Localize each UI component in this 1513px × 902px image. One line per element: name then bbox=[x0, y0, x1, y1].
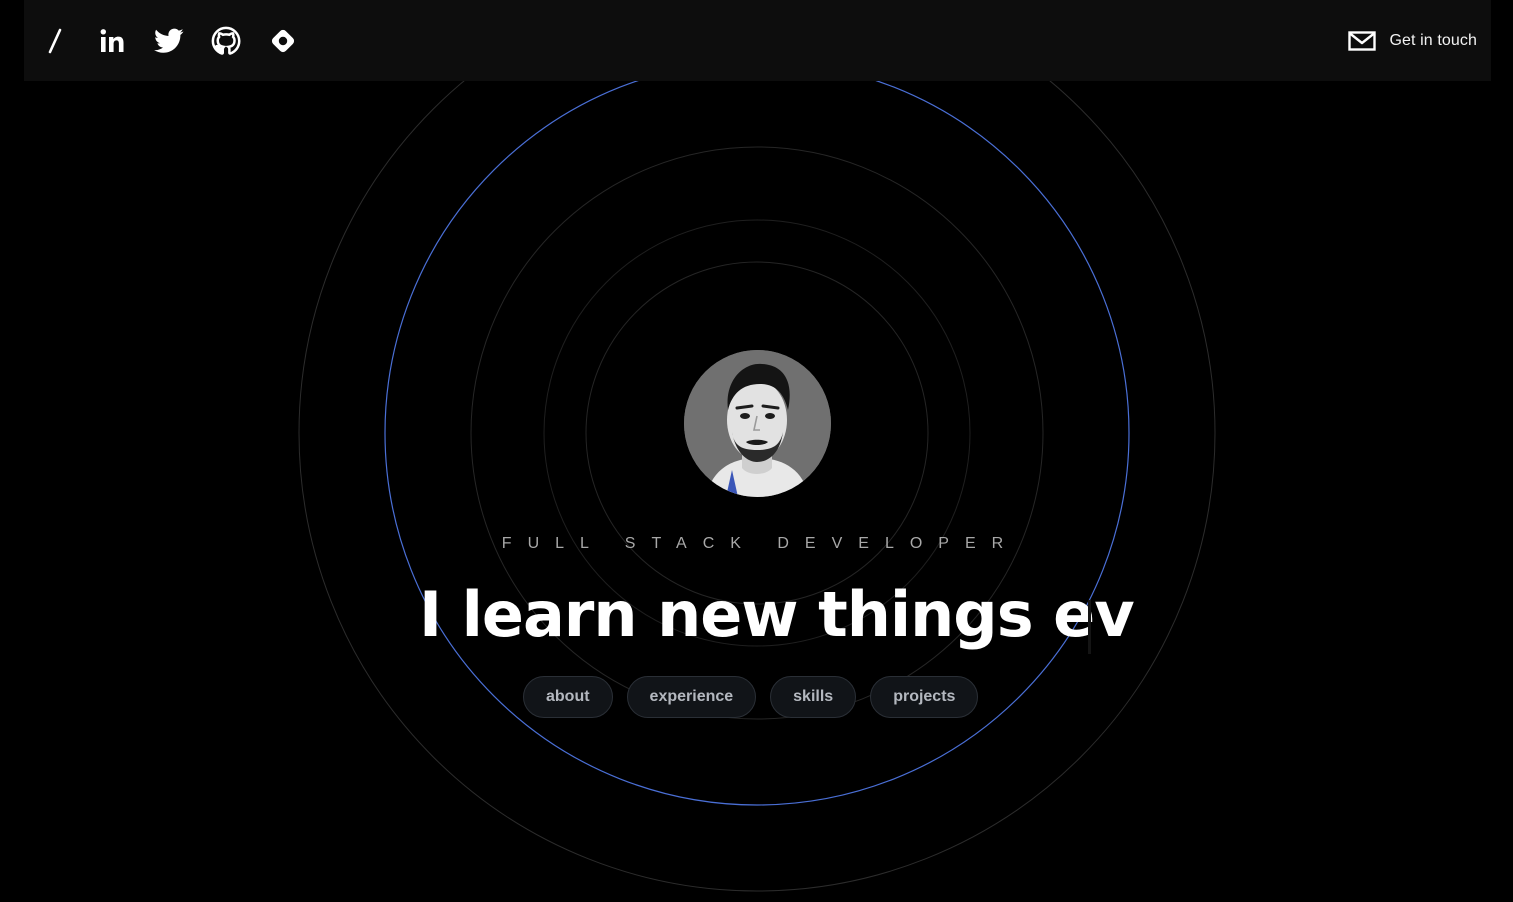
slash-icon[interactable] bbox=[38, 24, 72, 58]
typing-cursor bbox=[1088, 600, 1091, 654]
nav-projects-button[interactable]: projects bbox=[870, 676, 979, 718]
profile-avatar bbox=[684, 350, 831, 497]
mail-icon bbox=[1347, 30, 1376, 51]
get-in-touch-label: Get in touch bbox=[1389, 31, 1477, 49]
top-navbar: Get in touch bbox=[24, 0, 1491, 81]
nav-about-button[interactable]: about bbox=[523, 676, 613, 718]
github-icon[interactable] bbox=[209, 24, 243, 58]
social-links bbox=[38, 24, 323, 58]
get-in-touch-link[interactable]: Get in touch bbox=[1347, 30, 1477, 51]
nav-experience-button[interactable]: experience bbox=[626, 676, 757, 718]
nav-skills-button[interactable]: skills bbox=[770, 676, 857, 718]
role-subtitle: FULL STACK DEVELOPER bbox=[501, 535, 1020, 552]
headline-text: I learn new things ev bbox=[419, 577, 1135, 651]
section-nav: about experience skills projects bbox=[523, 676, 992, 718]
link-icon[interactable] bbox=[266, 24, 300, 58]
twitter-icon[interactable] bbox=[152, 24, 186, 58]
linkedin-icon[interactable] bbox=[95, 24, 129, 58]
hero-headline: I learn new things ev bbox=[419, 572, 1135, 656]
page: Get in touch FULL STACK DEVELOPER I lear… bbox=[0, 0, 1513, 902]
